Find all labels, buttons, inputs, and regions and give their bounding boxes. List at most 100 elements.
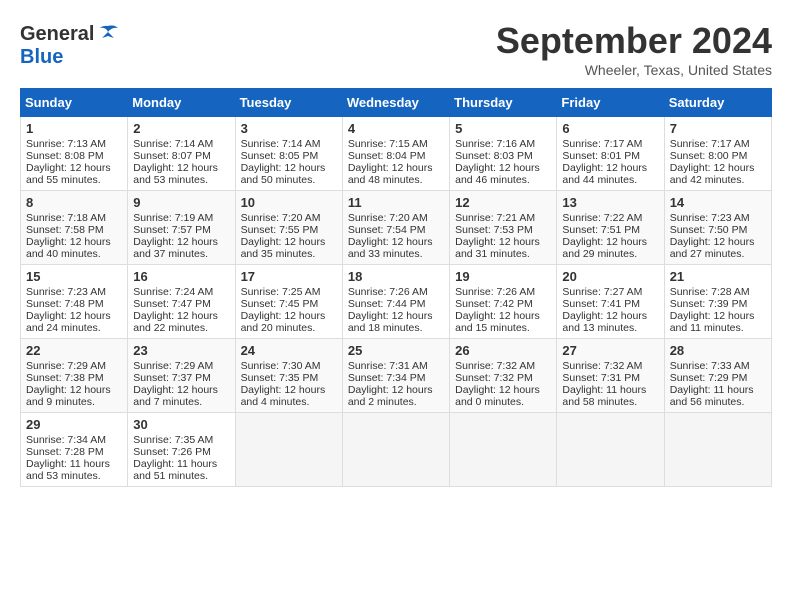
sunset-text: Sunset: 7:51 PM (562, 224, 640, 236)
sunset-text: Sunset: 8:08 PM (26, 150, 104, 162)
sunrise-text: Sunrise: 7:32 AM (455, 360, 535, 372)
daylight-text: Daylight: 12 hours (241, 162, 326, 174)
calendar-row: 29Sunrise: 7:34 AMSunset: 7:28 PMDayligh… (21, 413, 772, 487)
sunset-text: Sunset: 8:05 PM (241, 150, 319, 162)
day-number: 3 (241, 121, 337, 136)
day-number: 9 (133, 195, 229, 210)
daylight-minutes-text: and 9 minutes. (26, 396, 95, 408)
sunset-text: Sunset: 7:48 PM (26, 298, 104, 310)
daylight-text: Daylight: 12 hours (133, 384, 218, 396)
day-number: 26 (455, 343, 551, 358)
table-row: 24Sunrise: 7:30 AMSunset: 7:35 PMDayligh… (235, 339, 342, 413)
daylight-text: Daylight: 12 hours (348, 236, 433, 248)
daylight-text: Daylight: 12 hours (455, 310, 540, 322)
daylight-minutes-text: and 29 minutes. (562, 248, 637, 260)
sunrise-text: Sunrise: 7:20 AM (241, 212, 321, 224)
day-number: 6 (562, 121, 658, 136)
day-number: 22 (26, 343, 122, 358)
table-row: 15Sunrise: 7:23 AMSunset: 7:48 PMDayligh… (21, 265, 128, 339)
daylight-minutes-text: and 24 minutes. (26, 322, 101, 334)
day-number: 1 (26, 121, 122, 136)
sunset-text: Sunset: 7:31 PM (562, 372, 640, 384)
title-area: September 2024 Wheeler, Texas, United St… (496, 20, 772, 78)
daylight-text: Daylight: 12 hours (26, 236, 111, 248)
sunset-text: Sunset: 7:32 PM (455, 372, 533, 384)
daylight-text: Daylight: 12 hours (670, 162, 755, 174)
daylight-minutes-text: and 31 minutes. (455, 248, 530, 260)
daylight-text: Daylight: 12 hours (562, 310, 647, 322)
day-number: 4 (348, 121, 444, 136)
daylight-text: Daylight: 12 hours (455, 162, 540, 174)
header-wednesday: Wednesday (342, 89, 449, 117)
day-number: 14 (670, 195, 766, 210)
sunrise-text: Sunrise: 7:20 AM (348, 212, 428, 224)
day-number: 2 (133, 121, 229, 136)
daylight-text: Daylight: 12 hours (26, 310, 111, 322)
day-number: 24 (241, 343, 337, 358)
day-number: 17 (241, 269, 337, 284)
daylight-text: Daylight: 12 hours (670, 236, 755, 248)
sunrise-text: Sunrise: 7:26 AM (455, 286, 535, 298)
sunset-text: Sunset: 7:44 PM (348, 298, 426, 310)
sunrise-text: Sunrise: 7:19 AM (133, 212, 213, 224)
calendar-row: 22Sunrise: 7:29 AMSunset: 7:38 PMDayligh… (21, 339, 772, 413)
daylight-text: Daylight: 11 hours (26, 458, 110, 470)
daylight-minutes-text: and 53 minutes. (26, 470, 101, 482)
sunset-text: Sunset: 7:28 PM (26, 446, 104, 458)
daylight-minutes-text: and 51 minutes. (133, 470, 208, 482)
sunrise-text: Sunrise: 7:13 AM (26, 138, 106, 150)
table-row: 2Sunrise: 7:14 AMSunset: 8:07 PMDaylight… (128, 117, 235, 191)
daylight-text: Daylight: 12 hours (133, 310, 218, 322)
header-thursday: Thursday (450, 89, 557, 117)
daylight-minutes-text: and 44 minutes. (562, 174, 637, 186)
calendar-row: 1 Sunrise: 7:13 AMSunset: 8:08 PM Daylight… (21, 117, 772, 191)
sunrise-text: Sunrise: 7:18 AM (26, 212, 106, 224)
table-row: 5Sunrise: 7:16 AMSunset: 8:03 PMDaylight… (450, 117, 557, 191)
daylight-minutes-text: and 56 minutes. (670, 396, 745, 408)
day-number: 27 (562, 343, 658, 358)
table-row: 20Sunrise: 7:27 AMSunset: 7:41 PMDayligh… (557, 265, 664, 339)
daylight-minutes-text: and 15 minutes. (455, 322, 530, 334)
sunset-text: Sunset: 7:29 PM (670, 372, 748, 384)
day-number: 11 (348, 195, 444, 210)
table-row: 16Sunrise: 7:24 AMSunset: 7:47 PMDayligh… (128, 265, 235, 339)
daylight-text: Daylight: 11 hours (670, 384, 754, 396)
table-row: 4Sunrise: 7:15 AMSunset: 8:04 PMDaylight… (342, 117, 449, 191)
daylight-minutes-text: and 0 minutes. (455, 396, 524, 408)
table-row: 11 Sunrise: 7:20 AMSunset: 7:54 PMDayligh… (342, 191, 449, 265)
logo-text-blue: Blue (20, 46, 63, 68)
sunset-text: Sunset: 7:38 PM (26, 372, 104, 384)
table-row: 19Sunrise: 7:26 AMSunset: 7:42 PMDayligh… (450, 265, 557, 339)
table-row: 12Sunrise: 7:21 AMSunset: 7:53 PMDayligh… (450, 191, 557, 265)
daylight-text: Daylight: 11 hours (133, 458, 217, 470)
sunrise-text: Sunrise: 7:16 AM (455, 138, 535, 150)
daylight-minutes-text: and 11 minutes. (670, 322, 744, 334)
sunset-text: Sunset: 7:45 PM (241, 298, 319, 310)
table-row: 25Sunrise: 7:31 AMSunset: 7:34 PMDayligh… (342, 339, 449, 413)
page-header: General Blue September 2024 Wheeler, Tex… (20, 20, 772, 78)
daylight-minutes-text: and 27 minutes. (670, 248, 745, 260)
day-number: 21 (670, 269, 766, 284)
daylight-text: Daylight: 12 hours (26, 384, 111, 396)
day-number: 20 (562, 269, 658, 284)
sunrise-text: Sunrise: 7:17 AM (562, 138, 642, 150)
daylight-minutes-text: and 40 minutes. (26, 248, 101, 260)
day-number: 28 (670, 343, 766, 358)
sunset-text: Sunset: 7:54 PM (348, 224, 426, 236)
sunrise-text: Sunrise: 7:22 AM (562, 212, 642, 224)
sunset-text: Sunset: 8:01 PM (562, 150, 640, 162)
table-row: 1Sunrise: 7:13 AMSunset: 8:08 PMDaylight… (21, 117, 128, 191)
day-number: 5 (455, 121, 551, 136)
sunrise-text: Sunrise: 7:30 AM (241, 360, 321, 372)
weekday-header-row: Sunday Monday Tuesday Wednesday Thursday… (21, 89, 772, 117)
sunset-text: Sunset: 8:07 PM (133, 150, 211, 162)
table-row (664, 413, 771, 487)
daylight-minutes-text: and 35 minutes. (241, 248, 316, 260)
daylight-text: Daylight: 12 hours (455, 384, 540, 396)
table-row: 27Sunrise: 7:32 AMSunset: 7:31 PMDayligh… (557, 339, 664, 413)
day-number: 18 (348, 269, 444, 284)
logo: General Blue (20, 20, 122, 68)
sunset-text: Sunset: 7:26 PM (133, 446, 211, 458)
table-row: 26 Sunrise: 7:32 AMSunset: 7:32 PMDayligh… (450, 339, 557, 413)
table-row: 6Sunrise: 7:17 AMSunset: 8:01 PMDaylight… (557, 117, 664, 191)
